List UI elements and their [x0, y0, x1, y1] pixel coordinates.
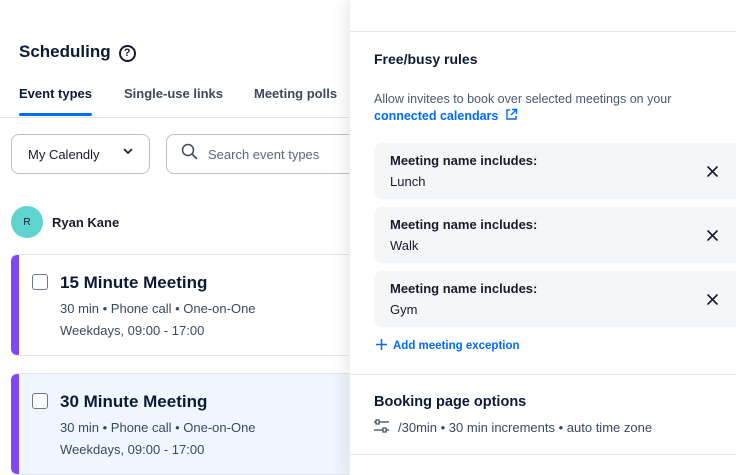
event-color-stripe — [11, 374, 19, 474]
event-schedule: Weekdays, 09:00 - 17:00 — [60, 442, 205, 457]
divider — [350, 31, 736, 32]
search-input[interactable] — [208, 146, 358, 162]
event-schedule: Weekdays, 09:00 - 17:00 — [60, 323, 205, 338]
page-title: Scheduling — [19, 42, 111, 61]
add-exception-button[interactable]: Add meeting exception — [375, 338, 520, 353]
divider — [350, 374, 736, 375]
event-select-checkbox[interactable] — [32, 274, 48, 290]
event-color-stripe — [11, 255, 19, 355]
free-busy-description: Allow invitees to book over selected mee… — [374, 92, 672, 106]
page-header: Scheduling ? — [19, 42, 136, 62]
add-exception-label: Add meeting exception — [393, 340, 520, 352]
rule-label: Meeting name includes: — [390, 217, 538, 232]
connected-calendars-label: connected calendars — [374, 109, 499, 123]
rule-label: Meeting name includes: — [390, 153, 538, 168]
rule-label: Meeting name includes: — [390, 281, 538, 296]
rule-value: Lunch — [390, 174, 426, 189]
calendar-select[interactable]: My Calendly — [11, 134, 150, 174]
booking-page-summary: /30min • 30 min increments • auto time z… — [398, 420, 653, 435]
event-meta: 30 min • Phone call • One-on-One — [60, 420, 256, 435]
close-icon[interactable] — [704, 227, 720, 243]
divider — [350, 454, 736, 455]
event-meta: 30 min • Phone call • One-on-One — [60, 301, 256, 316]
tab-single-use-links[interactable]: Single-use links — [124, 86, 223, 101]
chevron-down-icon — [123, 146, 133, 159]
tab-meeting-polls[interactable]: Meeting polls — [254, 86, 337, 101]
connected-calendars-link[interactable]: connected calendars — [374, 108, 518, 124]
user-name: Ryan Kane — [52, 214, 120, 230]
event-type-card[interactable]: 15 Minute Meeting 30 min • Phone call • … — [11, 254, 351, 356]
event-types-pane: Scheduling ? Event types Single-use link… — [0, 0, 366, 475]
rule-value: Walk — [390, 238, 419, 253]
avatar: R — [11, 206, 43, 238]
event-select-checkbox[interactable] — [32, 393, 48, 409]
question-circle-icon[interactable]: ? — [118, 44, 136, 62]
booking-page-title: Booking page options — [374, 394, 527, 410]
search-box[interactable] — [166, 134, 366, 174]
booking-page-summary-row: /30min • 30 min increments • auto time z… — [373, 419, 652, 436]
sliders-icon — [373, 419, 390, 436]
event-settings-panel: Free/busy rules Allow invitees to book o… — [349, 0, 736, 475]
filter-row: My Calendly — [11, 134, 366, 174]
external-link-icon — [505, 108, 518, 124]
free-busy-title: Free/busy rules — [374, 51, 478, 67]
event-type-card[interactable]: 30 Minute Meeting 30 min • Phone call • … — [11, 373, 351, 475]
event-title[interactable]: 15 Minute Meeting — [60, 273, 207, 293]
close-icon[interactable] — [704, 291, 720, 307]
rule-value: Gym — [390, 302, 418, 317]
exception-rule: Meeting name includes: Gym — [374, 271, 736, 327]
exception-rule: Meeting name includes: Walk — [374, 207, 736, 263]
user-row: R Ryan Kane — [11, 206, 119, 238]
close-icon[interactable] — [704, 163, 720, 179]
tab-event-types[interactable]: Event types — [19, 86, 92, 116]
search-icon — [181, 143, 198, 165]
calendar-select-label: My Calendly — [28, 146, 100, 162]
event-title[interactable]: 30 Minute Meeting — [60, 392, 207, 412]
tab-bar: Event types Single-use links Meeting pol… — [0, 84, 349, 118]
exception-rule: Meeting name includes: Lunch — [374, 143, 736, 199]
plus-icon — [375, 338, 388, 353]
